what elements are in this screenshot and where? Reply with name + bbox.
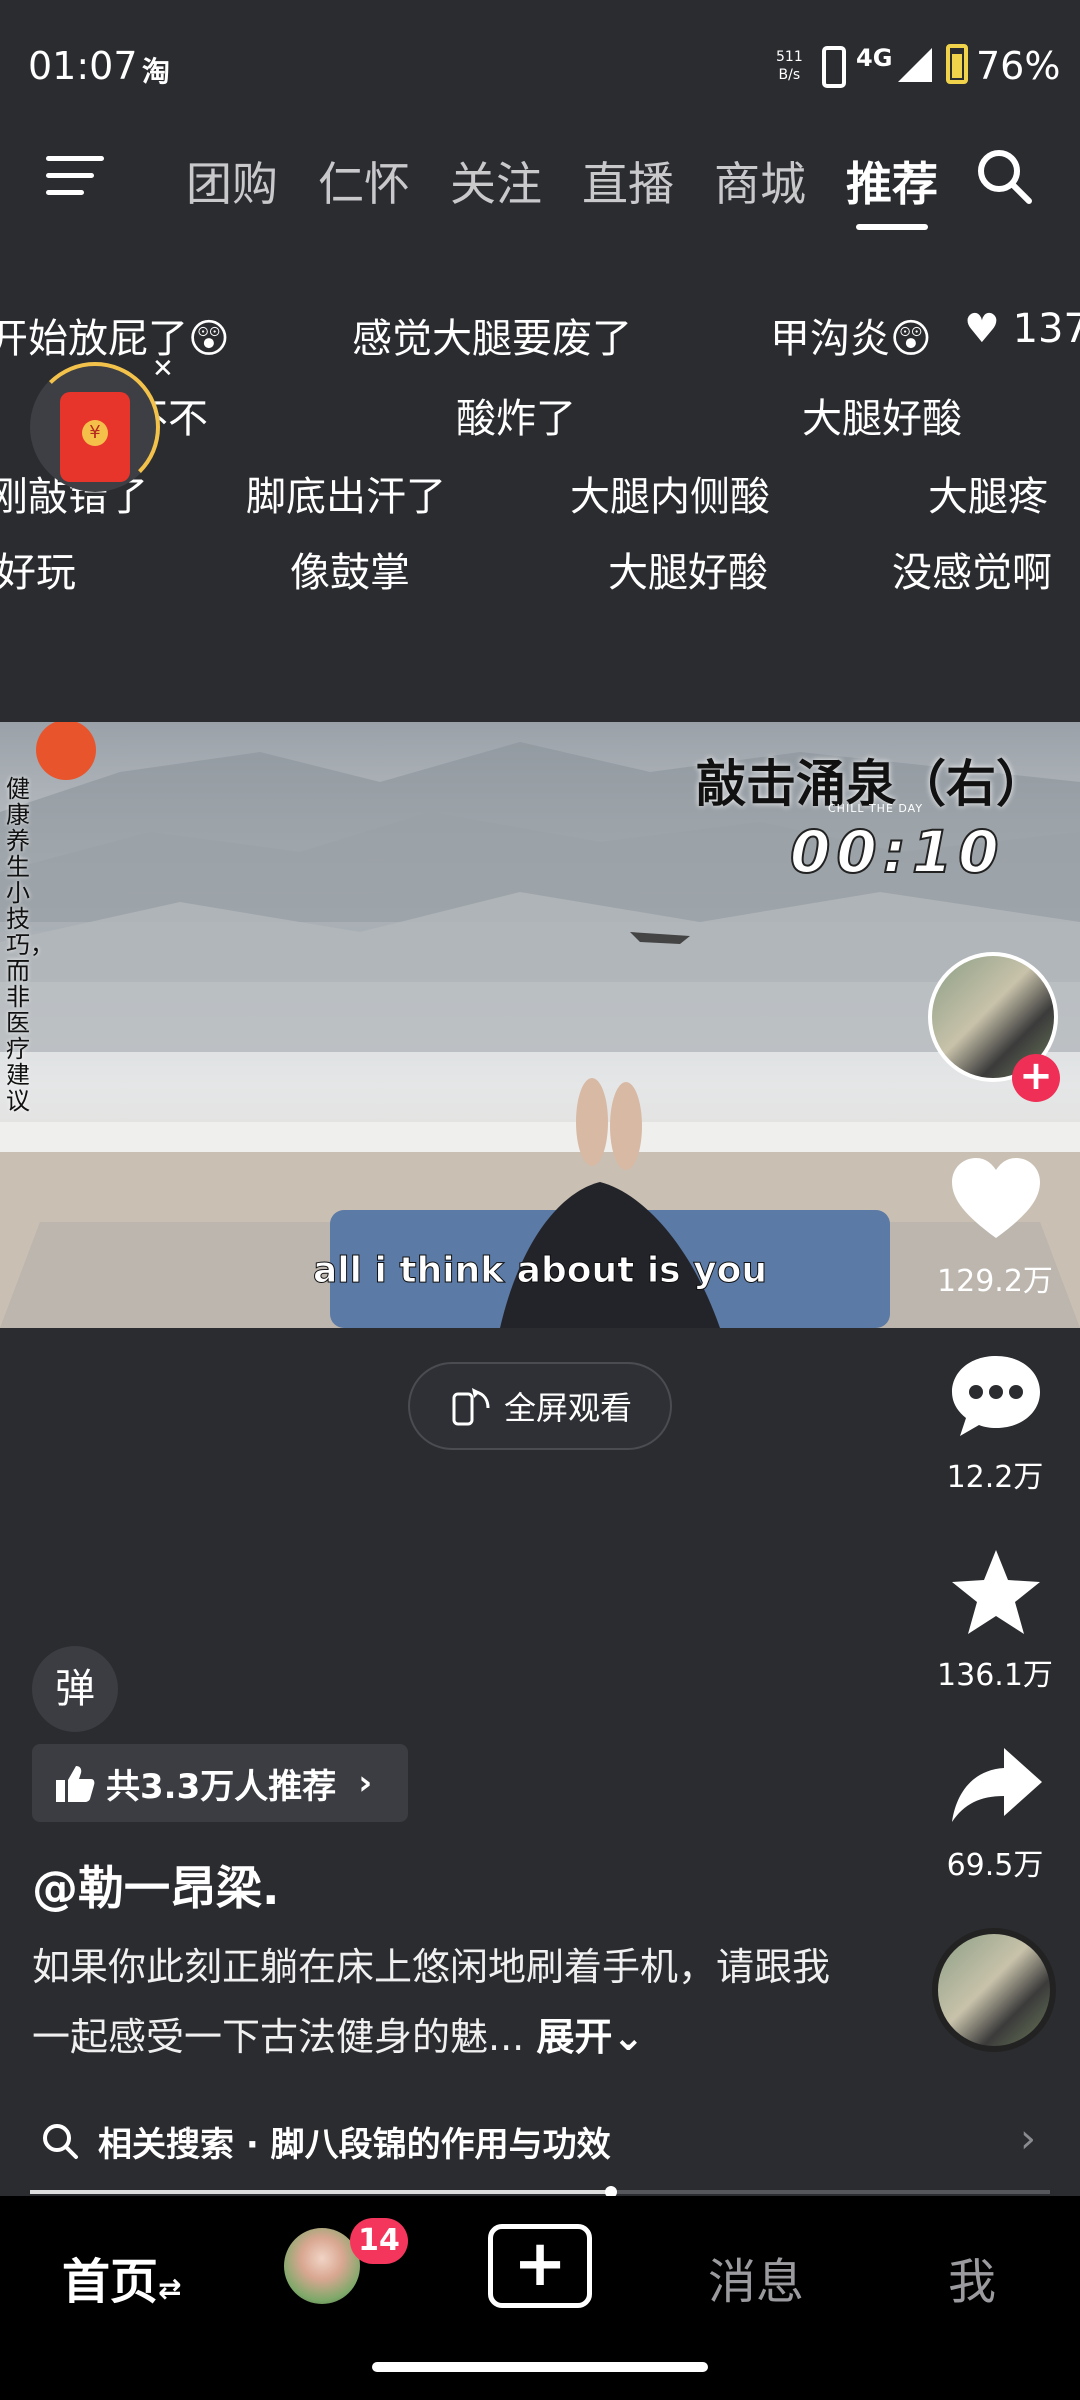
danmaku-layer: 开始放屁了😲 感觉大腿要废了 甲沟炎😲 ♥ 137 不不不 酸炸了 大腿好酸 刚… [0, 290, 1080, 610]
chevron-right-icon: › [1020, 2116, 1036, 2162]
heart-icon[interactable] [946, 1150, 1046, 1250]
switch-icon: ⇄ [158, 2272, 182, 2305]
author-name[interactable]: @勒一昂梁. [32, 1852, 279, 1918]
follow-button[interactable]: + [1012, 1054, 1060, 1102]
danmaku-toggle-button[interactable]: 弹 [32, 1646, 118, 1732]
playback-progress[interactable] [30, 2186, 1050, 2198]
danmaku-item: 没感觉啊 [892, 550, 1052, 596]
description-text: 如果你此刻正躺在床上悠闲地刷着手机，请跟我一起感受一下古法健身的魅... [32, 1945, 831, 2059]
video-player[interactable]: 敲击涌泉（右） CHILL THE DAY 00:10 健康养生小技巧，而非医疗… [0, 722, 1080, 1328]
progress-fill [30, 2190, 612, 2194]
net-speed-value: 511 [776, 49, 803, 65]
nav-me[interactable]: 我 [948, 2242, 996, 2312]
favorite-count: 136.1万 [937, 1658, 1053, 1693]
top-tabs: 团购 仁怀 关注 直播 商城 推荐 [186, 148, 938, 230]
net-speed-unit: B/s [778, 67, 801, 83]
danmaku-item: 脚底出汗了 [246, 474, 446, 520]
search-icon [43, 2124, 78, 2159]
star-icon[interactable] [946, 1544, 1046, 1644]
danmaku-item: 大腿内侧酸 [570, 474, 770, 520]
tab-following[interactable]: 关注 [450, 148, 542, 214]
nav-home[interactable]: 首页⇄ [62, 2242, 181, 2312]
health-disclaimer: 健康养生小技巧，而非医疗建议 [6, 775, 54, 1115]
red-packet-widget[interactable] [30, 362, 160, 492]
music-disc[interactable] [932, 1928, 1056, 2052]
red-packet-icon [60, 392, 130, 482]
chevron-right-icon: › [358, 1763, 373, 1803]
video-subtitle: all i think about is you [313, 1250, 768, 1292]
fullscreen-label: 全屏观看 [503, 1389, 632, 1427]
video-description[interactable]: 如果你此刻正躺在床上悠闲地刷着手机，请跟我一起感受一下古法健身的魅... 展开⌄ [32, 1932, 852, 2072]
video-brand: CHILL THE DAY [828, 802, 924, 815]
notification-badge: 14 [350, 2218, 408, 2264]
tab-live[interactable]: 直播 [582, 148, 674, 214]
close-icon[interactable]: ✕ [152, 354, 174, 384]
related-search-text: 相关搜索 · 脚八段锦的作用与功效 [98, 2124, 611, 2165]
tab-mall[interactable]: 商城 [714, 148, 806, 214]
nav-messages[interactable]: 消息 [708, 2242, 804, 2312]
video-timer: 00:10 [789, 817, 1005, 887]
home-indicator [372, 2362, 708, 2372]
tab-recommend[interactable]: 推荐 [846, 148, 938, 230]
related-search-bar[interactable]: 相关搜索 · 脚八段锦的作用与功效 [0, 2094, 1080, 2188]
danmaku-item: 甲沟炎😲 [770, 316, 932, 362]
danmaku-item: 开始放屁了😲 [0, 316, 230, 362]
battery-icon [946, 44, 968, 84]
status-bar: 01:07 淘 511 B/s 4G 76% [0, 0, 1080, 130]
danmaku-item: ♥ 137 [964, 306, 1080, 352]
net-speed: 511 B/s [776, 48, 803, 84]
add-button[interactable]: + [488, 2224, 592, 2308]
danmaku-toggle-label: 弹 [55, 1666, 95, 1712]
danmaku-item: 酸炸了 [456, 396, 576, 442]
menu-icon[interactable] [46, 154, 104, 198]
rotate-screen-icon [452, 1388, 490, 1426]
nav-home-label: 首页 [62, 2254, 159, 2310]
like-count: 129.2万 [937, 1264, 1053, 1299]
comment-icon[interactable] [946, 1346, 1046, 1446]
nav-friends-avatar[interactable] [284, 2228, 360, 2304]
danmaku-item: 好玩 [0, 550, 76, 596]
status-time: 01:07 [28, 44, 138, 88]
danmaku-item: 大腿好酸 [802, 396, 962, 442]
danmaku-item: 大腿疼 [928, 474, 1048, 520]
recommend-label: 共3.3万人推荐 [106, 1766, 337, 1807]
expand-button[interactable]: 展开⌄ [536, 2015, 644, 2059]
taobao-notification-icon: 淘 [142, 55, 171, 88]
tab-renhuai[interactable]: 仁怀 [318, 148, 410, 214]
fullscreen-button[interactable]: 全屏观看 [408, 1362, 672, 1450]
share-count: 69.5万 [946, 1848, 1044, 1883]
recommend-button[interactable]: 共3.3万人推荐 › [32, 1744, 408, 1822]
search-icon[interactable] [974, 146, 1034, 206]
danmaku-item: 感觉大腿要废了 [352, 316, 632, 362]
danmaku-item: 像鼓掌 [290, 550, 410, 596]
sim-icon [822, 46, 846, 88]
signal-icon [898, 48, 932, 82]
chevron-down-icon: ⌄ [612, 2015, 645, 2059]
network-type: 4G [856, 44, 893, 72]
comment-count: 12.2万 [946, 1460, 1044, 1495]
tab-tuangou[interactable]: 团购 [186, 148, 278, 214]
expand-label: 展开 [536, 2015, 613, 2059]
share-icon[interactable] [946, 1736, 1046, 1836]
danmaku-item: 大腿好酸 [608, 550, 768, 596]
battery-percent: 76% [976, 44, 1061, 88]
thumbs-up-icon [56, 1766, 95, 1802]
